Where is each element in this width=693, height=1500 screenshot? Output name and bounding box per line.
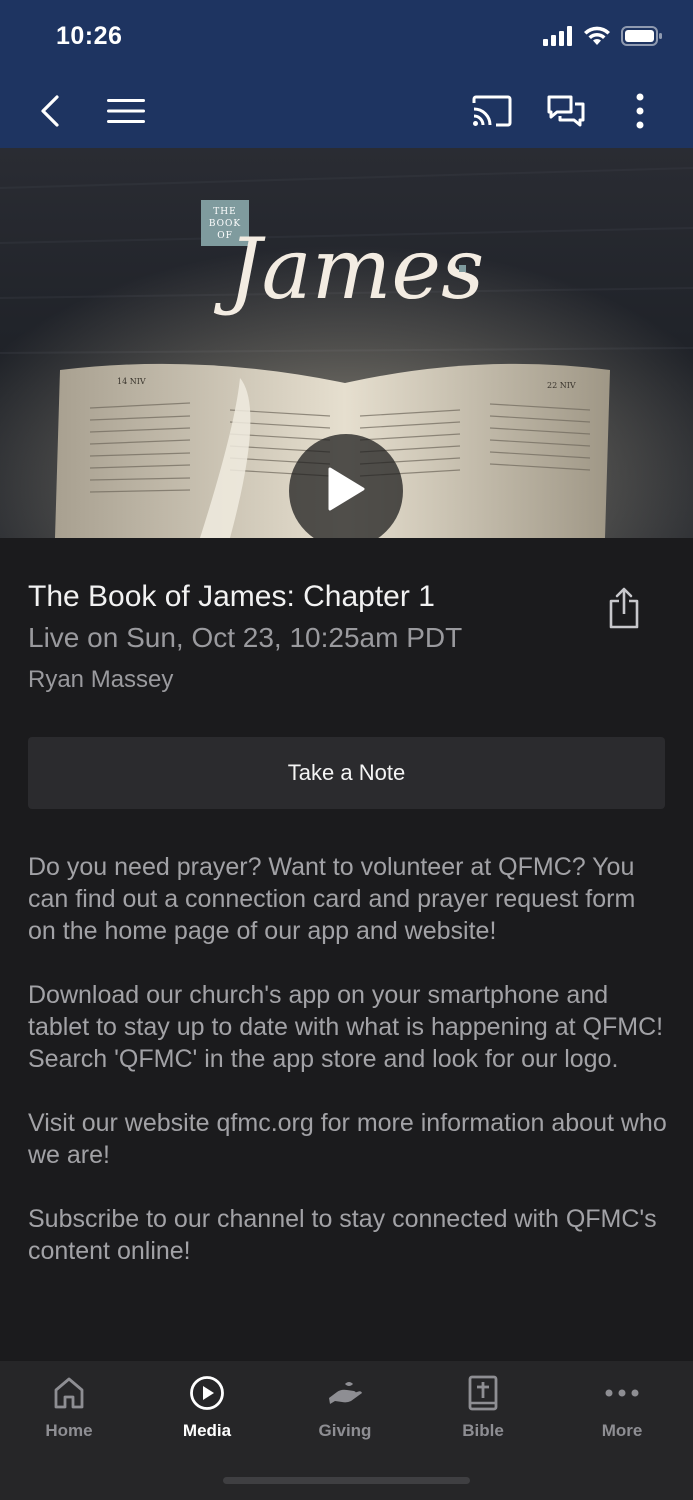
take-note-button[interactable]: Take a Note (28, 737, 665, 809)
tab-label: Media (182, 1421, 232, 1440)
badge-line-1: THE (213, 207, 236, 217)
hero-script-title: James (213, 220, 484, 318)
back-icon (39, 94, 61, 133)
home-indicator (223, 1477, 470, 1484)
media-description: Do you need prayer? Want to volunteer at… (28, 851, 668, 1299)
menu-button[interactable] (96, 78, 156, 148)
giving-hand-icon (327, 1375, 363, 1411)
media-speaker: Ryan Massey (28, 666, 174, 693)
tab-giving[interactable]: Giving (276, 1361, 414, 1451)
share-icon (608, 587, 640, 634)
share-button[interactable] (602, 586, 646, 634)
video-thumbnail[interactable]: THE BOOK OF James 14 NIV 22 NIV (0, 148, 693, 538)
tab-label: Home (45, 1421, 93, 1440)
tab-media[interactable]: Media (138, 1361, 276, 1451)
battery-icon (621, 26, 663, 51)
description-paragraph: Visit our website qfmc.org for more info… (28, 1109, 667, 1169)
status-icons (543, 26, 663, 51)
home-icon (53, 1375, 85, 1411)
play-icon (326, 466, 366, 517)
more-options-button[interactable] (610, 78, 670, 148)
media-schedule: Live on Sun, Oct 23, 10:25am PDT (28, 622, 463, 653)
signal-icon (543, 26, 573, 51)
media-title: The Book of James: Chapter 1 (28, 580, 435, 613)
tab-bible[interactable]: Bible (414, 1361, 552, 1451)
tab-label: More (601, 1421, 643, 1440)
more-horizontal-icon (605, 1375, 639, 1411)
nav-bar (0, 78, 693, 148)
menu-icon (107, 98, 145, 129)
tab-home[interactable]: Home (0, 1361, 138, 1451)
cast-icon (472, 95, 512, 132)
chat-button[interactable] (536, 78, 596, 148)
cast-button[interactable] (462, 78, 522, 148)
status-time: 10:26 (56, 22, 123, 50)
page-left-label: 14 NIV (117, 377, 146, 386)
more-vertical-icon (636, 93, 644, 134)
bible-icon (468, 1375, 498, 1411)
description-paragraph: Subscribe to our channel to stay connect… (28, 1205, 657, 1265)
status-bar: 10:26 (0, 0, 693, 78)
chat-icon (547, 94, 585, 133)
page-right-label: 22 NIV (547, 381, 576, 390)
play-button[interactable] (289, 434, 403, 538)
tab-more[interactable]: More (553, 1361, 691, 1451)
play-circle-icon (189, 1375, 225, 1411)
description-paragraph: Do you need prayer? Want to volunteer at… (28, 853, 636, 945)
tab-label: Bible (462, 1421, 504, 1440)
description-paragraph: Download our church's app on your smartp… (28, 981, 664, 1073)
back-button[interactable] (20, 78, 80, 148)
wifi-icon (583, 26, 611, 51)
tab-label: Giving (318, 1421, 372, 1440)
media-details: The Book of James: Chapter 1 Live on Sun… (0, 538, 693, 1360)
